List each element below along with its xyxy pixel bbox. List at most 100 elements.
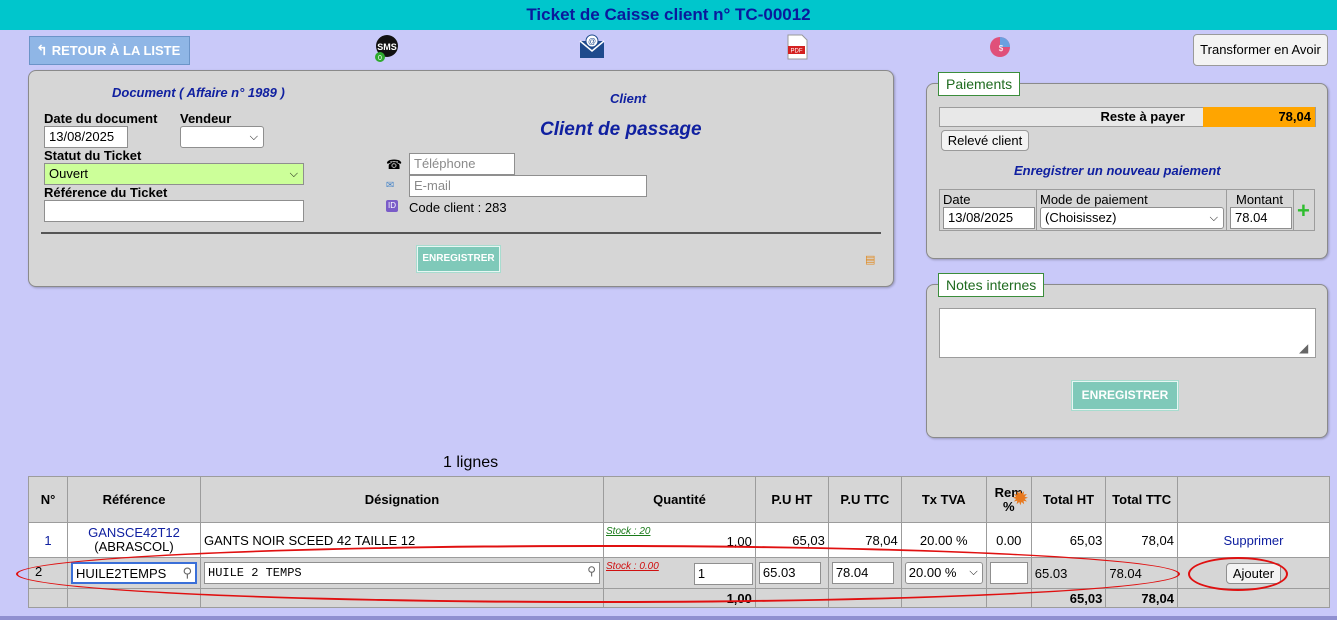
lines-table: N° Référence Désignation Quantité P.U HT… — [28, 476, 1331, 608]
svg-text:0: 0 — [378, 55, 382, 62]
row2-action-cell: Ajouter — [1176, 557, 1331, 589]
back-label: RETOUR À LA LISTE — [51, 43, 181, 58]
email-icon[interactable]: @ — [579, 34, 605, 60]
client-code: Code client : 283 — [409, 200, 507, 215]
row2-puttc-input[interactable]: 78.04 — [831, 562, 894, 584]
payment-form: Date 13/08/2025 Mode de paiement (Choisi… — [939, 189, 1315, 231]
totals-empty-7 — [985, 588, 1032, 608]
totals-qte: 1,00 — [603, 588, 756, 608]
transform-avoir-button[interactable]: Transformer en Avoir — [1193, 34, 1328, 66]
reference-input[interactable] — [44, 200, 304, 222]
phone-icon: ☎ — [386, 157, 403, 172]
pdf-icon[interactable]: PDF — [784, 34, 810, 60]
notes-icon[interactable]: ▤ — [865, 253, 875, 266]
row2-desig-input[interactable]: HUILE 2 TEMPS ⚲ — [204, 562, 600, 584]
row2-qte-cell: Stock : 0.00 1 — [603, 557, 756, 589]
table-header-row: N° Référence Désignation Quantité P.U HT… — [28, 476, 1331, 523]
search-edit-icon[interactable]: ⚲ — [587, 563, 596, 581]
email-input[interactable]: E-mail — [409, 175, 647, 197]
row1-puttc: 78,04 — [827, 522, 902, 558]
gear-icon[interactable]: ✹ — [1012, 489, 1029, 509]
payment-chart-icon[interactable]: $ — [988, 34, 1014, 60]
row1-stock[interactable]: Stock : 20 — [606, 526, 650, 537]
header-desig: Désignation — [200, 476, 604, 523]
bottom-edge — [0, 616, 1337, 620]
row2-ref-input[interactable]: HUILE2TEMPS ⚲ — [71, 562, 197, 584]
totals-totht: 65,03 — [1030, 588, 1107, 608]
divider — [41, 232, 881, 234]
svg-text:SMS: SMS — [377, 42, 397, 52]
row1-ref: GANSCE42T12 (ABRASCOL) — [67, 522, 201, 558]
totals-empty-8 — [1176, 588, 1331, 608]
row1-qte: Stock : 20 1,00 — [603, 522, 756, 558]
header-puttc: P.U TTC — [827, 476, 902, 523]
vendeur-label: Vendeur — [180, 111, 232, 126]
row2-stock[interactable]: Stock : 0.00 — [606, 561, 659, 572]
vendeur-select[interactable]: ⌵ — [180, 126, 264, 148]
back-to-list-button[interactable]: ↰ RETOUR À LA LISTE — [29, 36, 190, 65]
row1-desig: GANTS NOIR SCEED 42 TAILLE 12 — [200, 522, 604, 558]
releve-client-button[interactable]: Relevé client — [941, 130, 1029, 151]
row2-puht-input[interactable]: 65.03 — [758, 562, 821, 584]
add-line-button[interactable]: Ajouter — [1225, 562, 1282, 584]
col-mode-label: Mode de paiement — [1040, 192, 1148, 207]
totals-totttc: 78,04 — [1105, 588, 1178, 608]
row2-qte-input[interactable]: 1 — [693, 563, 753, 585]
row1-num: 1 — [28, 522, 68, 558]
statut-select[interactable]: Ouvert ⌵ — [44, 163, 304, 185]
new-payment-heading: Enregistrer un nouveau paiement — [1014, 163, 1221, 178]
notes-textarea[interactable] — [939, 308, 1316, 358]
totals-empty-3 — [200, 588, 604, 608]
client-heading: Client — [610, 91, 647, 106]
document-panel: Document ( Affaire n° 1989 ) Date du doc… — [28, 70, 894, 287]
sms-icon[interactable]: SMS 0 — [374, 34, 400, 62]
save-notes-button[interactable]: ENREGISTRER — [1071, 380, 1179, 411]
row2-desig-value: HUILE 2 TEMPS — [208, 566, 302, 580]
statut-label: Statut du Ticket — [44, 148, 142, 163]
row2-tva-value: 20.00 % — [908, 565, 957, 580]
delete-line-button[interactable]: Supprimer — [1176, 522, 1331, 558]
table-row: 1 GANSCE42T12 (ABRASCOL) GANTS NOIR SCEE… — [28, 522, 1331, 558]
header-num: N° — [28, 476, 68, 523]
search-icon[interactable]: ⚲ — [182, 564, 192, 582]
row1-ref-link[interactable]: GANSCE42T12 — [88, 525, 180, 540]
date-input[interactable]: 13/08/2025 — [44, 126, 128, 148]
payment-mode-select[interactable]: (Choisissez) ⌵ — [1040, 207, 1224, 229]
totals-empty-4 — [754, 588, 829, 608]
header-totttc: Total TTC — [1105, 476, 1178, 523]
payment-amount-input[interactable]: 78.04 — [1230, 207, 1292, 229]
client-code-label: Code client : — [409, 200, 482, 215]
statut-value: Ouvert — [49, 166, 89, 181]
row2-rem-input[interactable] — [989, 562, 1028, 584]
svg-text:@: @ — [588, 37, 596, 46]
payment-mode-cell: Mode de paiement (Choisissez) ⌵ — [1037, 190, 1227, 230]
table-row-new: 2 HUILE2TEMPS ⚲ HUILE 2 TEMPS ⚲ Stock : … — [28, 557, 1331, 589]
payment-mode-value: (Choisissez) — [1045, 210, 1117, 225]
reste-label: Reste à payer — [1100, 109, 1185, 124]
row1-totht: 65,03 — [1030, 522, 1107, 558]
add-payment-icon[interactable]: + — [1297, 198, 1310, 224]
paiements-legend: Paiements — [938, 72, 1021, 96]
chevron-down-icon: ⌵ — [289, 168, 298, 180]
payment-date-input[interactable]: 13/08/2025 — [943, 207, 1035, 229]
phone-placeholder: Téléphone — [414, 156, 476, 171]
page-title: Ticket de Caisse client n° TC-00012 — [0, 0, 1337, 30]
save-document-button[interactable]: ENREGISTRER — [416, 245, 501, 273]
reference-label: Référence du Ticket — [44, 185, 168, 200]
row2-desig-cell: HUILE 2 TEMPS ⚲ — [200, 557, 604, 589]
row2-totttc: 78.04 — [1105, 557, 1178, 589]
totals-empty-6 — [900, 588, 987, 608]
row1-totttc: 78,04 — [1105, 522, 1178, 558]
date-label: Date du document — [44, 111, 158, 126]
row2-num-cell: 2 — [28, 557, 68, 589]
client-name: Client de passage — [540, 119, 702, 140]
row2-num[interactable]: 2 — [32, 562, 64, 584]
phone-input[interactable]: Téléphone — [409, 153, 515, 175]
resize-handle-icon[interactable]: ◢ — [1299, 341, 1308, 355]
notes-panel: ◢ ENREGISTRER — [926, 284, 1328, 438]
svg-text:PDF: PDF — [791, 49, 803, 55]
col-date-label: Date — [943, 192, 971, 207]
email-small-icon: ✉ — [386, 180, 395, 191]
header-ref: Référence — [67, 476, 201, 523]
row2-tva-select[interactable]: 20.00 % ⌵ — [904, 562, 983, 584]
